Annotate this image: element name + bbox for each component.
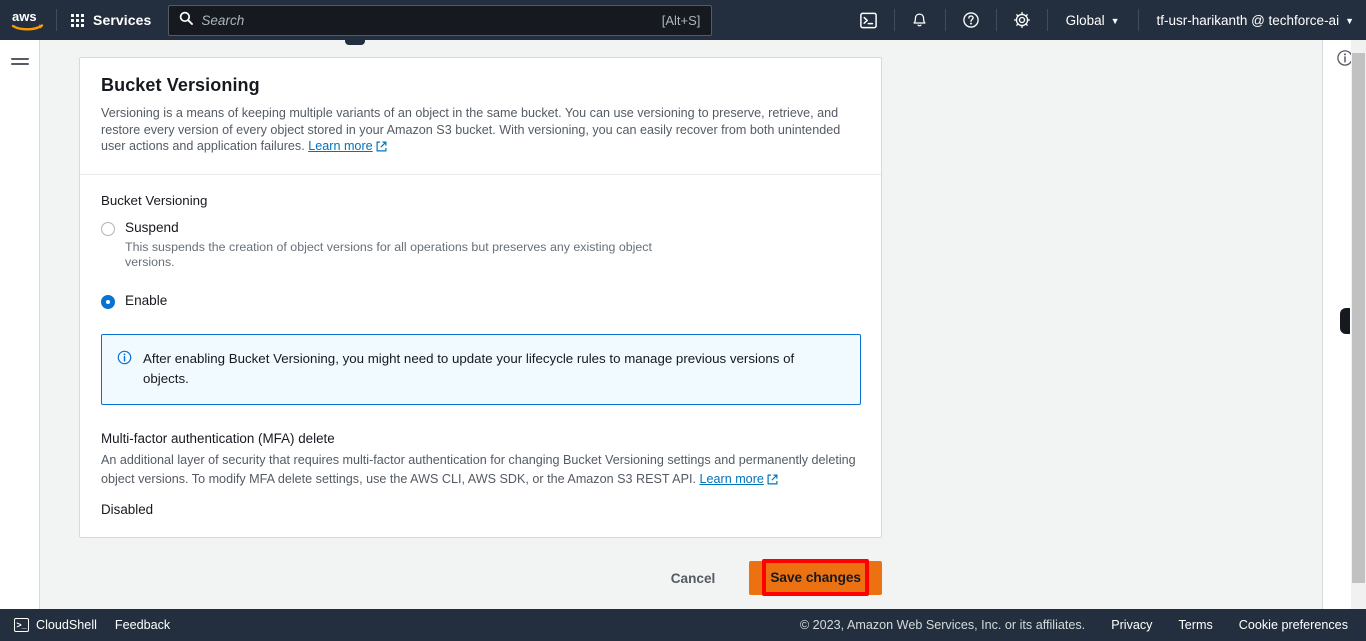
page-footer: >_ CloudShell Feedback © 2023, Amazon We… [0,609,1366,641]
services-menu-button[interactable]: Services [57,0,163,40]
region-label: Global [1065,12,1105,28]
info-circle-icon [117,350,132,389]
radio-button-suspend[interactable] [101,221,115,236]
bucket-versioning-card: Bucket Versioning Versioning is a means … [79,57,882,538]
footer-copyright: © 2023, Amazon Web Services, Inc. or its… [799,618,1086,632]
chevron-down-icon: ▼ [1110,15,1120,26]
mfa-delete-value: Disabled [101,501,154,517]
mfa-learn-more-link[interactable]: Learn more [699,472,763,486]
cancel-button[interactable]: Cancel [661,564,726,593]
main-content-area: Bucket Versioning Versioning is a means … [41,40,1322,609]
top-navigation-bar: aws Services Search [Alt+S] Global ▼ tf-… [0,0,1366,40]
footer-feedback-link[interactable]: Feedback [115,618,170,632]
mfa-delete-section: Multi-factor authentication (MFA) delete… [101,431,861,517]
save-button-wrapper: Save changes [749,559,882,596]
region-selector[interactable]: Global ▼ [1054,0,1132,40]
search-icon [179,11,194,30]
cloudshell-icon: >_ [14,618,29,632]
radio-label-suspend: Suspend [125,219,179,235]
mfa-delete-title: Multi-factor authentication (MFA) delete [101,430,335,446]
card-header: Bucket Versioning Versioning is a means … [80,58,881,174]
hamburger-menu-icon[interactable] [10,52,29,624]
radio-spacer [101,275,861,292]
search-input-placeholder[interactable]: Search [201,13,661,28]
cloudshell-icon[interactable] [850,0,888,40]
services-label: Services [93,12,152,28]
form-action-bar: Cancel Save changes [79,555,882,601]
settings-gear-icon[interactable] [1003,0,1041,40]
alert-message: After enabling Bucket Versioning, you mi… [143,350,795,386]
scroll-nub [345,40,365,45]
footer-left-group: >_ CloudShell Feedback [0,618,170,632]
versioning-learn-more-link[interactable]: Learn more [308,139,372,153]
radio-enable-text: Enable [125,292,861,310]
account-label: tf-usr-harikanth @ techforce-ai [1156,12,1340,28]
card-body: Bucket Versioning Suspend This suspends … [80,175,881,537]
external-link-icon [767,472,778,491]
grid-icon [71,13,84,27]
left-navigation-rail [0,40,40,624]
save-changes-button[interactable]: Save changes [749,561,882,595]
page-scrollbar-thumb[interactable] [1352,53,1365,583]
footer-cloudshell-button[interactable]: >_ CloudShell [14,618,97,632]
footer-cookie-preferences-link[interactable]: Cookie preferences [1239,618,1348,632]
nav-divider [944,9,946,31]
radio-label-enable: Enable [125,292,168,308]
nav-divider [995,9,997,31]
scroll-position-marker [1340,308,1350,334]
chevron-down-icon: ▼ [1345,15,1354,26]
bucket-versioning-field-label: Bucket Versioning [101,192,208,208]
mfa-delete-description: An additional layer of security that req… [101,451,861,491]
card-description: Versioning is a means of keeping multipl… [101,105,861,157]
account-menu[interactable]: tf-usr-harikanth @ techforce-ai ▼ [1145,0,1366,40]
nav-divider [1137,9,1139,31]
external-link-icon [376,140,387,157]
top-nav-right-group: Global ▼ tf-usr-harikanth @ techforce-ai… [850,0,1366,40]
notifications-bell-icon[interactable] [901,0,939,40]
svg-text:aws: aws [12,9,37,24]
versioning-info-alert: After enabling Bucket Versioning, you mi… [101,333,861,405]
footer-right-group: © 2023, Amazon Web Services, Inc. or its… [800,618,1366,632]
footer-terms-link[interactable]: Terms [1178,618,1212,632]
footer-cloudshell-label: CloudShell [36,618,97,632]
page-title: Bucket Versioning [101,75,260,95]
search-shortcut-hint: [Alt+S] [661,12,701,28]
radio-option-enable[interactable]: Enable [101,292,861,310]
radio-button-enable[interactable] [101,294,115,309]
card-description-text: Versioning is a means of keeping multipl… [101,106,841,153]
help-question-mark-icon[interactable] [952,0,990,40]
radio-option-suspend[interactable]: Suspend This suspends the creation of ob… [101,219,861,271]
radio-hint-suspend: This suspends the creation of object ver… [125,239,652,270]
global-search-box[interactable]: Search [Alt+S] [168,4,713,36]
radio-suspend-text: Suspend This suspends the creation of ob… [125,219,861,271]
nav-divider [893,9,895,31]
footer-privacy-link[interactable]: Privacy [1111,618,1152,632]
nav-divider [1046,9,1048,31]
aws-logo[interactable]: aws [0,0,56,40]
